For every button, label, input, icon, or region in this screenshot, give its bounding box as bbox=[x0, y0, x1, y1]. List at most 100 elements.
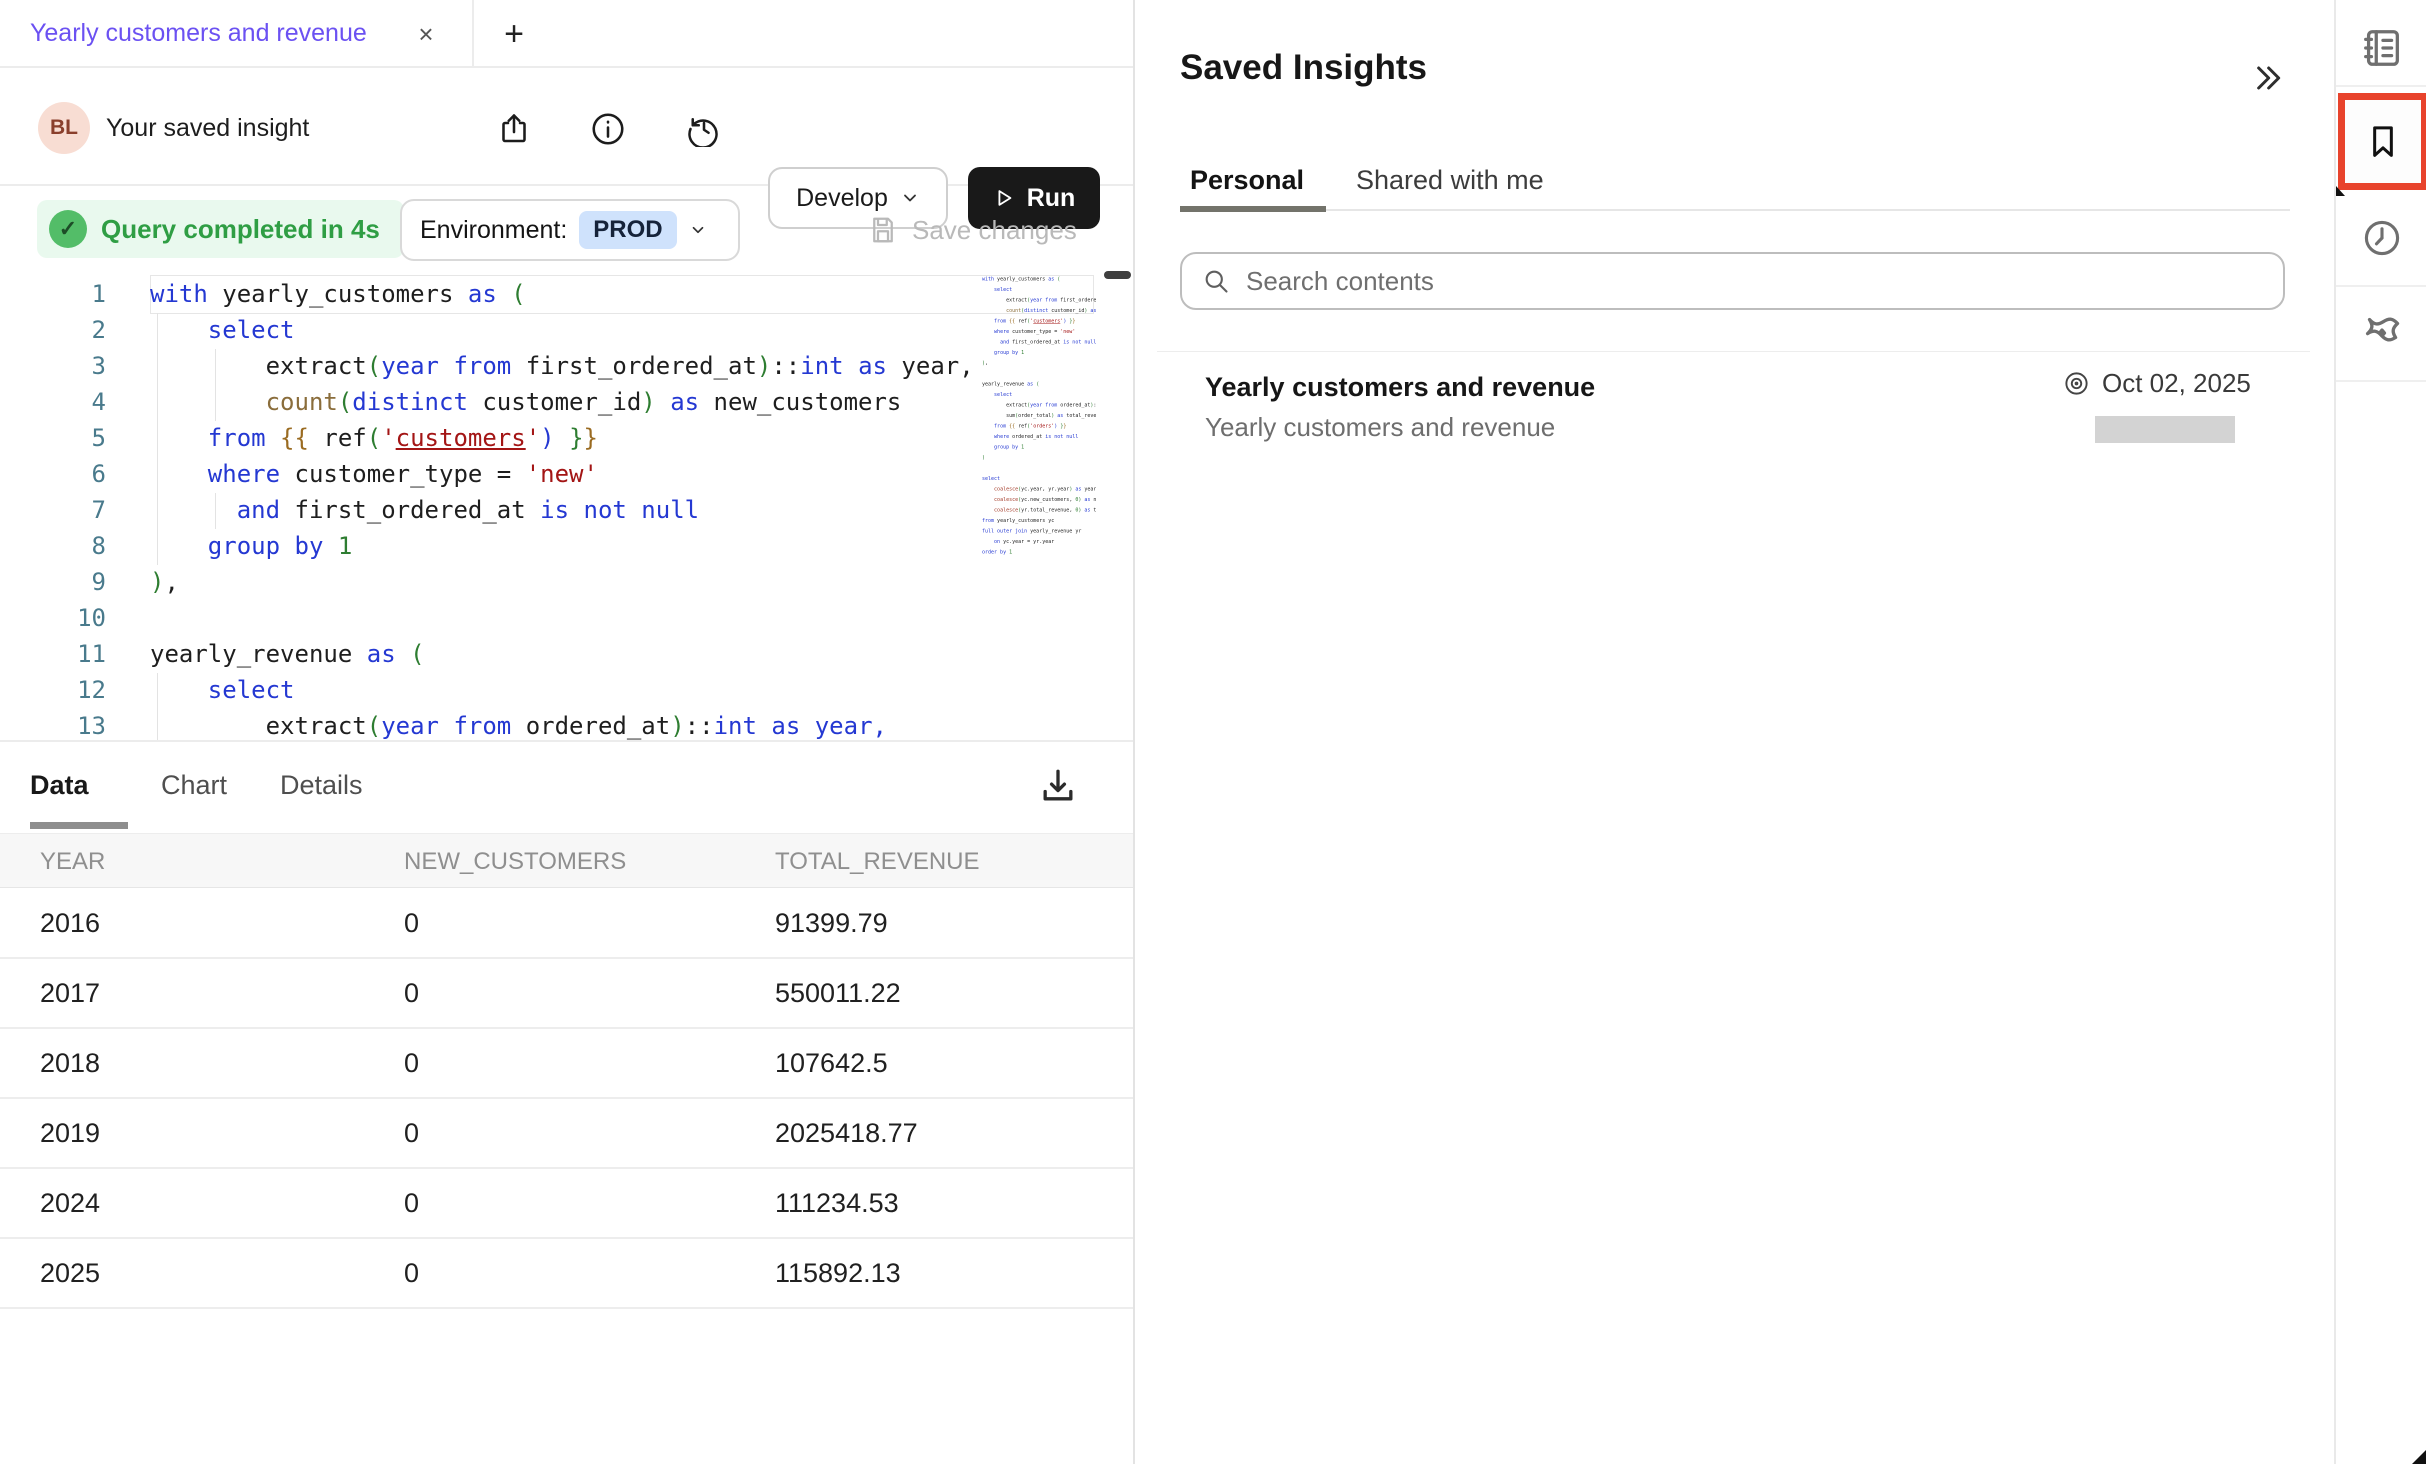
minimap-line: from {{ ref('orders') }} bbox=[982, 421, 1096, 432]
clock-icon bbox=[2360, 216, 2404, 260]
save-changes-button[interactable]: Save changes bbox=[868, 199, 1077, 261]
code-line[interactable]: 8 group by 1 bbox=[0, 528, 980, 564]
minimap-line: select bbox=[982, 390, 1096, 401]
line-number: 5 bbox=[0, 420, 106, 456]
minimap-line: ) bbox=[982, 453, 1096, 464]
table-cell: 2019 bbox=[40, 1099, 100, 1167]
tab-shared-with-me[interactable]: Shared with me bbox=[1356, 158, 1544, 202]
line-number: 8 bbox=[0, 528, 106, 564]
share-icon[interactable] bbox=[496, 111, 532, 147]
minimap-line bbox=[982, 463, 1096, 474]
results-table-header: YEAR NEW_CUSTOMERS TOTAL_REVENUE bbox=[0, 833, 1133, 888]
minimap-line: count(distinct customer_id) as new_custo… bbox=[982, 306, 1096, 317]
table-row: 20180107642.5 bbox=[0, 1029, 1133, 1099]
column-header-year: YEAR bbox=[40, 834, 105, 889]
download-icon[interactable] bbox=[1036, 764, 1080, 808]
code-text: select bbox=[106, 312, 295, 348]
tab-close-icon[interactable]: × bbox=[408, 16, 444, 52]
editor-minimap[interactable]: with yearly_customers as ( select extrac… bbox=[982, 274, 1096, 714]
code-line[interactable]: 12 select bbox=[0, 672, 980, 708]
code-text: select bbox=[106, 672, 295, 708]
environment-value-pill: PROD bbox=[579, 211, 676, 249]
table-row: 201902025418.77 bbox=[0, 1099, 1133, 1169]
insight-list-item[interactable]: Yearly customers and revenue Oct 02, 202… bbox=[1135, 352, 2333, 470]
table-cell: 2024 bbox=[40, 1169, 100, 1237]
notebook-icon bbox=[2359, 25, 2405, 71]
new-tab-button[interactable]: + bbox=[492, 12, 536, 56]
app-window: Yearly customers and revenue × + BL Your… bbox=[0, 0, 2426, 1464]
tab-data[interactable]: Data bbox=[30, 742, 89, 828]
line-number: 12 bbox=[0, 672, 106, 708]
views-icon bbox=[2063, 370, 2090, 397]
search-box[interactable] bbox=[1180, 252, 2285, 310]
environment-select[interactable]: Environment: PROD bbox=[400, 199, 740, 261]
editor-scrollbar-thumb[interactable] bbox=[1104, 271, 1131, 279]
tab-details[interactable]: Details bbox=[280, 742, 363, 828]
line-number: 10 bbox=[0, 600, 106, 636]
search-input[interactable] bbox=[1246, 266, 2146, 297]
table-cell: 550011.22 bbox=[775, 959, 901, 1027]
insight-item-subtitle: Yearly customers and revenue bbox=[1205, 412, 1555, 443]
minimap-line: sum(order_total) as total_revenue bbox=[982, 411, 1096, 422]
insight-toolbar: BL Your saved insight Develop Run bbox=[0, 70, 1133, 186]
rail-divider bbox=[2336, 380, 2426, 382]
line-number: 4 bbox=[0, 384, 106, 420]
table-cell: 111234.53 bbox=[775, 1169, 899, 1237]
code-text: count(distinct customer_id) as new_custo… bbox=[106, 384, 901, 420]
double-chevron-right-icon[interactable] bbox=[2247, 58, 2287, 98]
minimap-line: ), bbox=[982, 358, 1096, 369]
minimap-line: coalesce(yc.new_customers, 0) as new_cus… bbox=[982, 495, 1096, 506]
code-line[interactable]: 6 where customer_type = 'new' bbox=[0, 456, 980, 492]
check-circle-icon: ✓ bbox=[49, 210, 87, 248]
tab-chart[interactable]: Chart bbox=[161, 742, 227, 828]
minimap-line bbox=[982, 369, 1096, 380]
code-text: extract(year from ordered_at)::int as ye… bbox=[106, 708, 887, 740]
active-tab-indicator bbox=[1180, 206, 1326, 212]
minimap-line: where ordered_at is not null bbox=[982, 432, 1096, 443]
line-number: 1 bbox=[0, 276, 106, 312]
code-line[interactable]: 4 count(distinct customer_id) as new_cus… bbox=[0, 384, 980, 420]
rail-divider bbox=[2336, 85, 2426, 87]
code-line[interactable]: 11yearly_revenue as ( bbox=[0, 636, 980, 672]
rail-saved-insights-button-active[interactable] bbox=[2338, 93, 2426, 190]
column-header-total-revenue: TOTAL_REVENUE bbox=[775, 834, 980, 889]
minimap-line: coalesce(yc.year, yr.year) as year, bbox=[982, 484, 1096, 495]
sql-code-editor[interactable]: 1with yearly_customers as (2 select3 ext… bbox=[0, 266, 1133, 740]
code-line[interactable]: 3 extract(year from first_ordered_at)::i… bbox=[0, 348, 980, 384]
search-icon bbox=[1202, 267, 1230, 295]
code-line[interactable]: 2 select bbox=[0, 312, 980, 348]
tab-yearly-customers[interactable]: Yearly customers and revenue bbox=[30, 0, 367, 66]
table-row: 20250115892.13 bbox=[0, 1239, 1133, 1309]
code-line[interactable]: 1with yearly_customers as ( bbox=[0, 276, 980, 312]
insight-title: Your saved insight bbox=[106, 70, 309, 186]
query-status-badge: ✓ Query completed in 4s bbox=[37, 200, 404, 258]
history-icon[interactable] bbox=[686, 111, 722, 147]
compass-icon bbox=[2359, 310, 2405, 356]
rail-notebook-button[interactable] bbox=[2336, 0, 2426, 95]
tab-personal[interactable]: Personal bbox=[1190, 158, 1304, 202]
panel-title: Saved Insights bbox=[1180, 48, 1427, 88]
table-cell: 0 bbox=[404, 1029, 419, 1097]
table-cell: 115892.13 bbox=[775, 1239, 901, 1307]
results-tab-bar: Data Chart Details bbox=[0, 740, 1133, 833]
avatar[interactable]: BL bbox=[38, 102, 90, 154]
table-cell: 2025 bbox=[40, 1239, 100, 1307]
table-row: 20240111234.53 bbox=[0, 1169, 1133, 1239]
code-line[interactable]: 7 and first_ordered_at is not null bbox=[0, 492, 980, 528]
results-table-body: 2016091399.7920170550011.2220180107642.5… bbox=[0, 889, 1133, 1309]
code-lines[interactable]: 1with yearly_customers as (2 select3 ext… bbox=[0, 276, 980, 740]
code-line[interactable]: 10 bbox=[0, 600, 980, 636]
rail-history-button[interactable] bbox=[2336, 190, 2426, 285]
tab-bar: Yearly customers and revenue × + bbox=[0, 0, 1133, 68]
table-row: 2016091399.79 bbox=[0, 889, 1133, 959]
minimap-line: group by 1 bbox=[982, 348, 1096, 359]
code-line[interactable]: 5 from {{ ref('customers') }} bbox=[0, 420, 980, 456]
minimap-line: yearly_revenue as ( bbox=[982, 379, 1096, 390]
insight-item-title: Yearly customers and revenue bbox=[1205, 372, 1595, 403]
rail-explore-button[interactable] bbox=[2336, 285, 2426, 380]
info-icon[interactable] bbox=[590, 111, 626, 147]
code-line[interactable]: 13 extract(year from ordered_at)::int as… bbox=[0, 708, 980, 740]
code-line[interactable]: 9), bbox=[0, 564, 980, 600]
table-cell: 0 bbox=[404, 889, 419, 957]
minimap-line: full outer join yearly_revenue yr bbox=[982, 526, 1096, 537]
